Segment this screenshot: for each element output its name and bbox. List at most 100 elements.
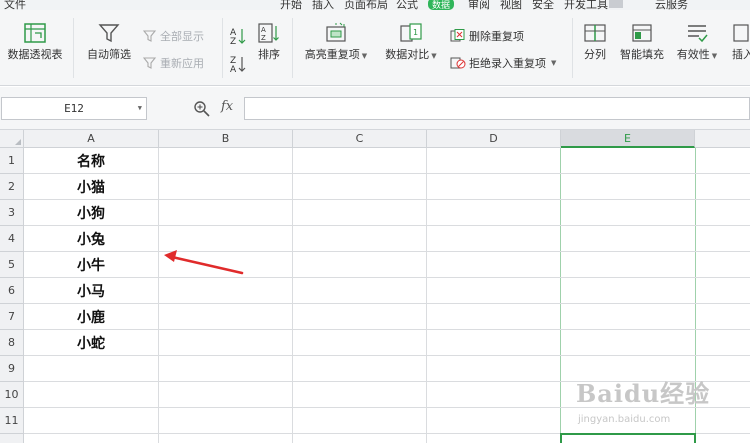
column-header-f[interactable]: [695, 130, 750, 148]
cell-a2[interactable]: 小猫: [24, 174, 158, 200]
reapply-button[interactable]: 重新应用: [143, 55, 204, 71]
cell-a4[interactable]: 小兔: [24, 226, 158, 252]
data-compare-button[interactable]: 1 数据对比 ▼: [380, 22, 442, 62]
menu-item-insert[interactable]: 插入: [312, 0, 334, 10]
ribbon-separator: [292, 18, 293, 78]
menu-item-cloud[interactable]: 云服务: [655, 0, 688, 10]
column-header-a[interactable]: A: [24, 130, 159, 148]
row-header[interactable]: 1: [0, 148, 24, 174]
gridline: [426, 148, 427, 443]
sort-label: 排序: [258, 48, 280, 61]
cell-a1[interactable]: 名称: [24, 148, 158, 174]
gridline: [292, 148, 293, 443]
reject-duplicates-label: 拒绝录入重复项: [469, 57, 546, 70]
zoom-icon[interactable]: [193, 100, 211, 118]
row-header[interactable]: 11: [0, 408, 24, 434]
sort-button[interactable]: A Z 排序: [254, 22, 284, 62]
smart-fill-label: 智能填充: [620, 48, 664, 61]
reject-duplicates-button[interactable]: 拒绝录入重复项 ▼: [450, 55, 556, 71]
cell-a5[interactable]: 小牛: [24, 252, 158, 278]
cell-a3[interactable]: 小狗: [24, 200, 158, 226]
row-header[interactable]: 4: [0, 226, 24, 252]
svg-text:Z: Z: [230, 37, 236, 46]
svg-text:1: 1: [413, 28, 418, 37]
spreadsheet-app: 文件 开始 插入 页面布局 公式 数据 审阅 视图 安全 开发工具 云服务 数据…: [0, 0, 750, 443]
column-header-d[interactable]: D: [427, 130, 561, 148]
menu-scroll-box[interactable]: [609, 0, 623, 8]
remove-duplicates-button[interactable]: 删除重复项: [450, 28, 524, 44]
formula-bar: E12 ▼ fx: [0, 87, 750, 130]
chevron-down-icon[interactable]: ▼: [138, 104, 142, 112]
row-header[interactable]: 7: [0, 304, 24, 330]
validity-label: 有效性 ▼: [676, 48, 718, 61]
cell-a7[interactable]: 小鹿: [24, 304, 158, 330]
smart-fill-button[interactable]: 智能填充: [616, 22, 668, 62]
pivot-table-icon: [24, 23, 46, 43]
text-to-columns-button[interactable]: 分列: [578, 22, 612, 62]
sort-descending-icon: Z A: [230, 56, 246, 75]
sort-ascending-icon: A Z: [230, 28, 246, 47]
column-header-e[interactable]: E: [561, 130, 695, 148]
highlight-duplicates-button[interactable]: 高亮重复项 ▼: [300, 22, 372, 62]
autofilter-label: 自动筛选: [87, 48, 131, 61]
select-all-corner[interactable]: [0, 130, 24, 148]
menu-item-data[interactable]: 数据: [428, 0, 455, 10]
worksheet-grid[interactable]: A B C D E 1 2 3 4 5 6 7 8 9 10 11 名称 小猫 …: [0, 130, 750, 443]
menu-bar: 文件 开始 插入 页面布局 公式 数据 审阅 视图 安全 开发工具 云服务: [0, 0, 750, 10]
cell-a6[interactable]: 小马: [24, 278, 158, 304]
insert-function-button[interactable]: fx: [221, 99, 233, 114]
row-header[interactable]: 6: [0, 278, 24, 304]
menu-item-review[interactable]: 审阅: [468, 0, 490, 10]
svg-text:A: A: [261, 26, 266, 34]
data-compare-icon: 1: [400, 23, 422, 42]
insert-dropdown-button[interactable]: 插入: [728, 22, 750, 62]
column-header-b[interactable]: B: [159, 130, 293, 148]
column-header-c[interactable]: C: [293, 130, 427, 148]
baidu-watermark: Baidu经验 jingyan.baidu.com: [576, 368, 726, 436]
row-header[interactable]: 8: [0, 330, 24, 356]
remove-duplicates-icon: [450, 29, 465, 42]
ribbon-separator: [572, 18, 573, 78]
name-box[interactable]: E12 ▼: [1, 97, 147, 120]
pivot-table-button[interactable]: 数据透视表: [4, 22, 66, 62]
menu-item-page-layout[interactable]: 页面布局: [344, 0, 388, 10]
row-header[interactable]: 5: [0, 252, 24, 278]
row-header[interactable]: 9: [0, 356, 24, 382]
row-header[interactable]: 10: [0, 382, 24, 408]
row-header[interactable]: 3: [0, 200, 24, 226]
highlight-duplicates-icon: [326, 22, 346, 42]
menu-item-formulas[interactable]: 公式: [396, 0, 418, 10]
ribbon-separator: [222, 18, 223, 78]
data-validation-button[interactable]: 有效性 ▼: [674, 22, 720, 62]
menu-item-security[interactable]: 安全: [532, 0, 554, 10]
menu-item-home[interactable]: 开始: [280, 0, 302, 10]
autofilter-button[interactable]: 自动筛选: [82, 22, 136, 62]
menu-item-developer[interactable]: 开发工具: [564, 0, 608, 10]
insert-label: 插入: [732, 48, 750, 61]
svg-text:A: A: [230, 65, 237, 74]
filter-icon: [98, 24, 120, 43]
remove-duplicates-label: 删除重复项: [469, 30, 524, 43]
formula-input[interactable]: [244, 97, 750, 120]
show-all-button[interactable]: 全部显示: [143, 28, 204, 44]
split-columns-icon: [584, 24, 606, 42]
row-header[interactable]: 2: [0, 174, 24, 200]
show-all-label: 全部显示: [160, 30, 204, 43]
row-header[interactable]: [0, 434, 24, 443]
filter-clear-icon: [143, 30, 157, 42]
data-ribbon: 数据透视表 自动筛选 全部显示 重新应用 A Z Z A A Z 排序 高亮重复…: [0, 10, 750, 86]
highlight-duplicates-label: 高亮重复项 ▼: [304, 48, 368, 61]
data-validation-icon: [688, 25, 708, 43]
pivot-table-label: 数据透视表: [7, 48, 63, 61]
watermark-text: Baidu经验: [576, 379, 711, 408]
smart-fill-icon: [632, 24, 652, 42]
sort-icon: A Z: [258, 23, 279, 43]
reapply-label: 重新应用: [160, 57, 204, 70]
menu-item-file[interactable]: 文件: [4, 0, 26, 10]
menu-item-view[interactable]: 视图: [500, 0, 522, 10]
sort-descending-button[interactable]: Z A: [230, 54, 246, 77]
cell-a8[interactable]: 小蛇: [24, 330, 158, 356]
reject-duplicates-icon: [450, 57, 466, 69]
sort-ascending-button[interactable]: A Z: [230, 26, 246, 49]
annotation-arrow: [164, 250, 244, 275]
